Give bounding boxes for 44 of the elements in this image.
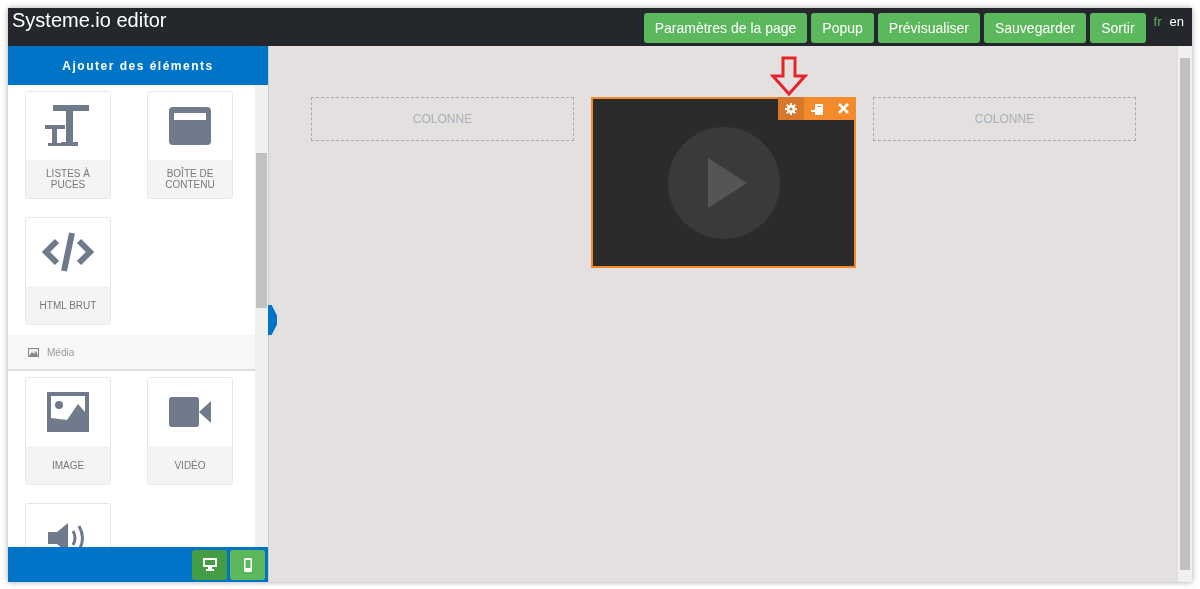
element-label: LISTES À PUCES	[26, 160, 110, 198]
header-button[interactable]: Paramètres de la page	[643, 13, 808, 43]
device-button[interactable]	[230, 549, 265, 580]
video-camera-icon	[169, 397, 211, 427]
element-card[interactable]: LISTES À PUCES	[25, 91, 111, 199]
element-label: BOÎTE DE CONTENU	[148, 160, 232, 198]
sidebar-title: Ajouter des éléments	[8, 46, 268, 85]
empty-column[interactable]: COLONNE	[873, 97, 1136, 141]
section-header[interactable]: Média	[8, 335, 255, 371]
element-card[interactable]: VIDÉO	[147, 377, 233, 485]
header-button[interactable]: Sortir	[1090, 13, 1146, 43]
image-icon	[47, 392, 89, 432]
header-button[interactable]: Prévisualiser	[877, 13, 980, 43]
app-title: Systeme.io editor	[12, 8, 168, 32]
toolbar-button[interactable]	[830, 97, 856, 120]
element-label: VIDÉO	[148, 446, 232, 484]
element-card[interactable]: IMAGE	[25, 377, 111, 485]
scrollbar[interactable]	[1178, 46, 1192, 582]
scrollbar[interactable]	[255, 85, 268, 547]
empty-column[interactable]: COLONNE	[311, 97, 574, 141]
image-icon	[28, 347, 39, 357]
element-label: HTML BRUT	[26, 286, 110, 324]
language-link[interactable]: fr	[1153, 13, 1162, 29]
element-label: IMAGE	[26, 446, 110, 484]
column-placeholder: COLONNE	[412, 112, 473, 126]
toolbar-button[interactable]	[778, 97, 804, 120]
element-card[interactable]: BOÎTE DE CONTENU	[147, 91, 233, 199]
header-button[interactable]: Popup	[811, 13, 874, 43]
column-placeholder: COLONNE	[974, 112, 1035, 126]
section-title: Média	[47, 346, 75, 358]
window-icon	[169, 107, 211, 145]
code-icon	[41, 231, 95, 273]
device-button[interactable]	[192, 549, 227, 580]
phone-icon	[243, 557, 252, 572]
text-size-icon	[45, 103, 91, 149]
language-link[interactable]: en	[1169, 13, 1184, 29]
monitor-icon	[202, 558, 217, 571]
header-button[interactable]: Sauvegarder	[983, 13, 1087, 43]
settings-icon	[785, 102, 797, 115]
toolbar-button[interactable]	[804, 97, 830, 120]
close-icon	[837, 103, 849, 114]
element-card[interactable]: HTML BRUT	[25, 217, 111, 325]
play-icon	[667, 126, 780, 239]
arrow-down-icon	[770, 56, 808, 96]
